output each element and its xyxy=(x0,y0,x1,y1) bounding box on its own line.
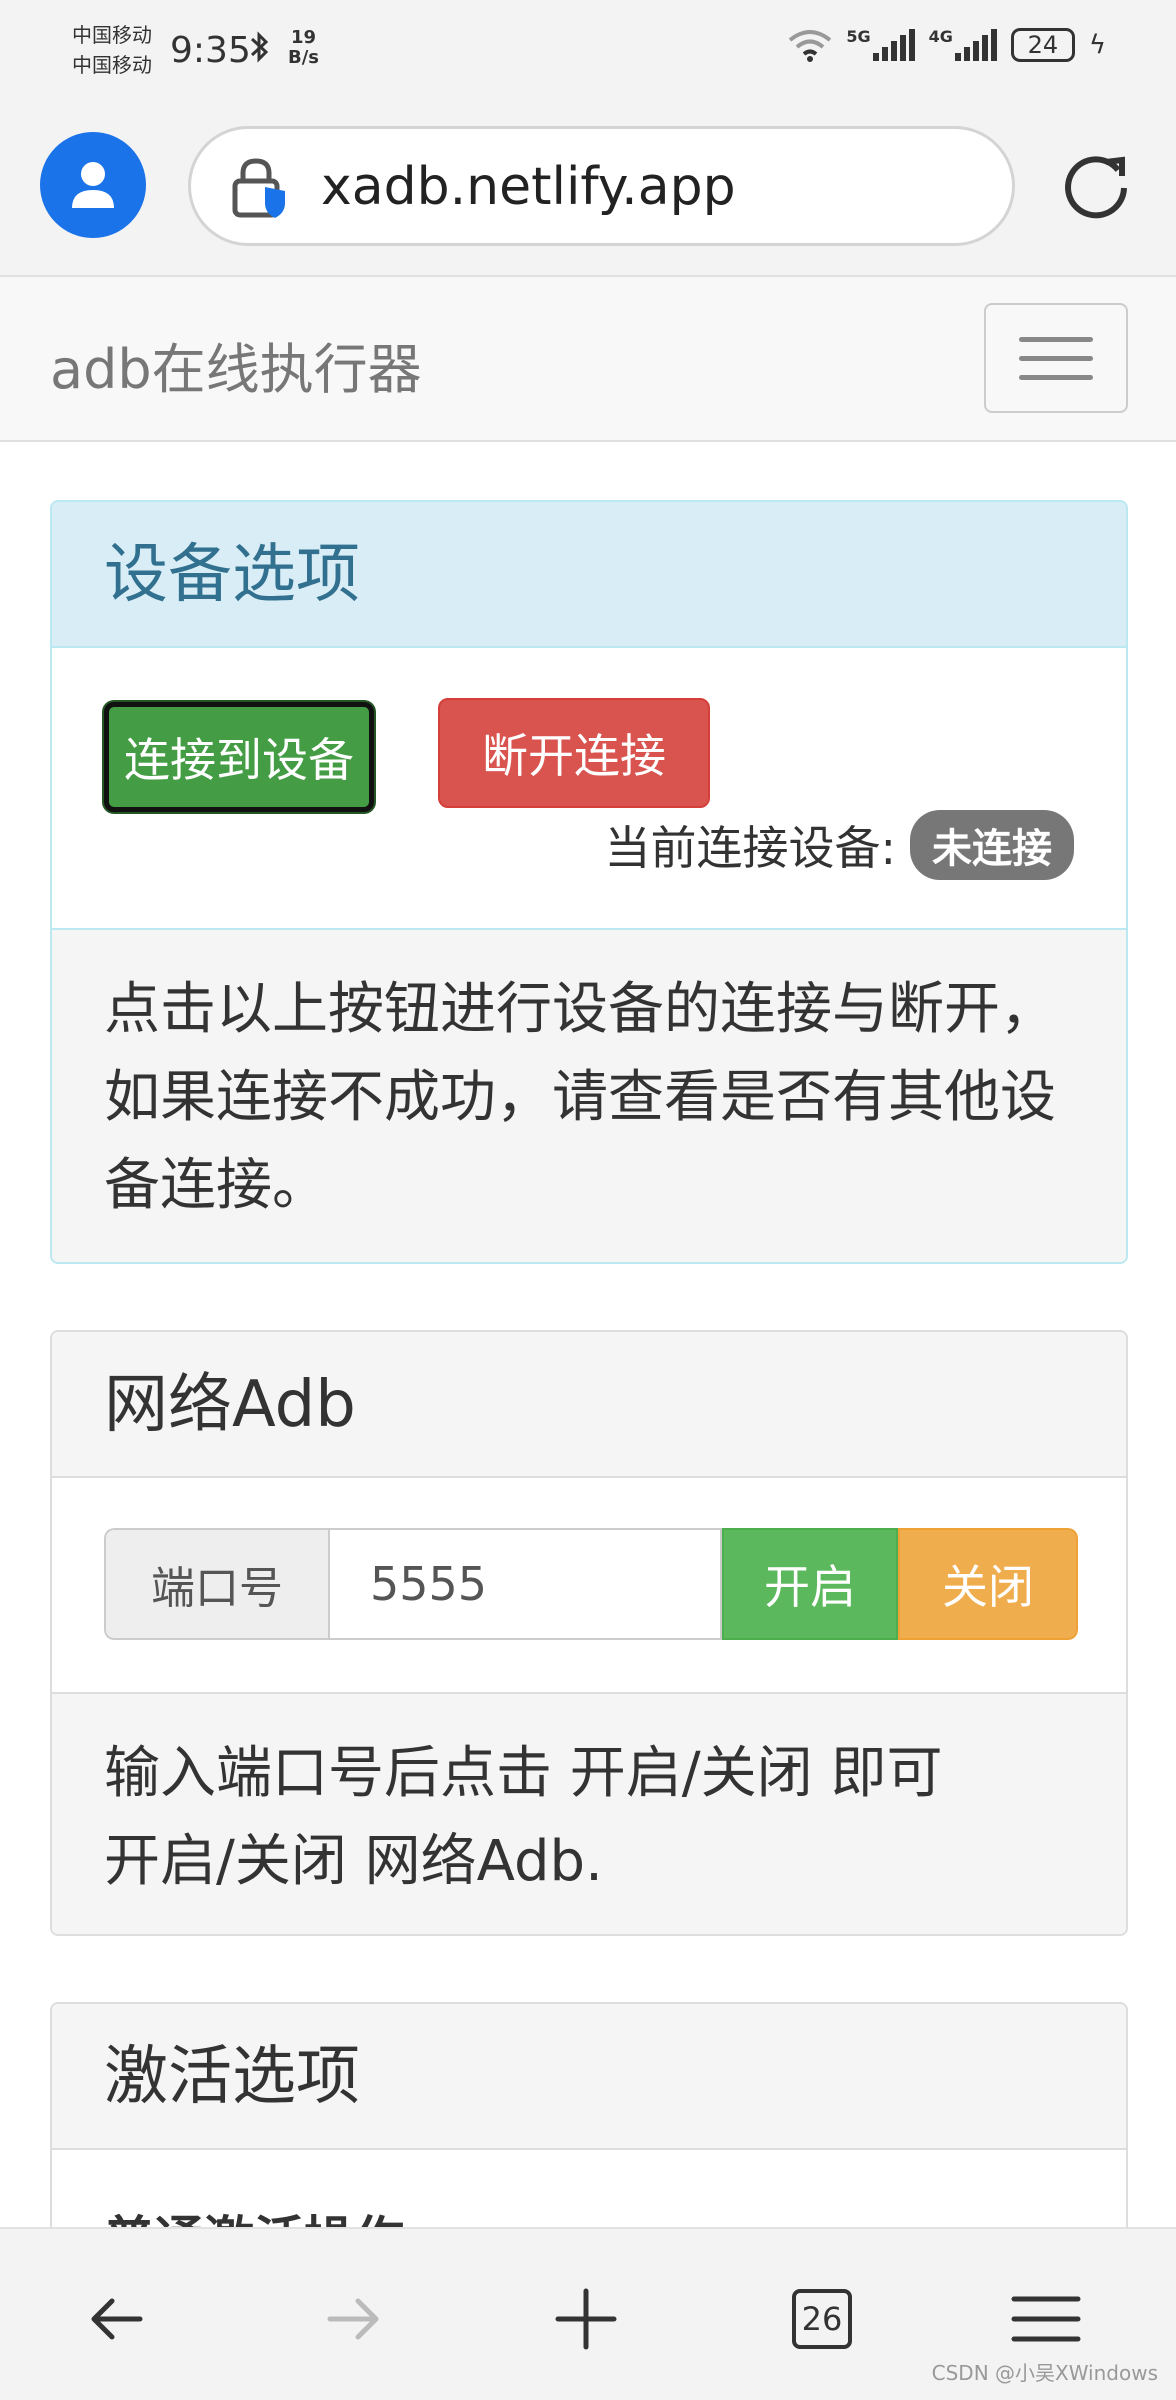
browser-bottom-bar: 26 CSDN @小吴XWindows xyxy=(0,2227,1176,2400)
menu-toggle-button[interactable] xyxy=(984,303,1128,413)
activate-options-panel: 激活选项 普通激活操作 xyxy=(50,2002,1128,2227)
carrier-1: 中国移动 xyxy=(72,23,152,47)
network-speed: 19 B/s xyxy=(288,28,319,68)
address-bar[interactable]: xadb.netlify.app xyxy=(188,126,1015,246)
status-badge: 未连接 xyxy=(910,810,1074,880)
back-arrow-icon[interactable] xyxy=(78,2279,158,2359)
hamburger-line xyxy=(1019,336,1093,342)
page-content: 设备选项 连接到设备 断开连接 当前连接设备: 未连接 点击以上按钮进行设备的连… xyxy=(0,442,1176,2227)
network-speed-value: 19 xyxy=(290,27,317,48)
section-subheading: 普通激活操作 xyxy=(104,2200,404,2227)
wifi-icon xyxy=(789,30,832,62)
menu-icon[interactable] xyxy=(1006,2279,1086,2359)
status-icons: 5G 4G 24 ϟ xyxy=(788,28,1106,62)
panel-footer: 输入端口号后点击 开启/关闭 即可 开启/关闭 网络Adb. xyxy=(52,1694,1126,1934)
current-device: 当前连接设备: 未连接 xyxy=(604,810,1074,880)
clock: 9:35 xyxy=(170,30,251,71)
current-device-label: 当前连接设备: xyxy=(604,821,897,875)
footer-line: 开启/关闭 网络Adb. xyxy=(104,1829,603,1894)
bluetooth-icon xyxy=(248,30,272,72)
new-tab-plus-icon[interactable] xyxy=(546,2279,626,2359)
secure-lock-icon xyxy=(232,158,285,218)
tab-count-icon: 26 xyxy=(792,2289,852,2349)
carrier-info: 中国移动 中国移动 xyxy=(72,20,152,80)
signal-bars-icon xyxy=(954,29,997,61)
hamburger-line xyxy=(1019,374,1093,380)
footer-line: 输入端口号后点击 开启/关闭 即可 xyxy=(104,1741,943,1806)
profile-avatar[interactable] xyxy=(40,132,146,238)
device-options-panel: 设备选项 连接到设备 断开连接 当前连接设备: 未连接 点击以上按钮进行设备的连… xyxy=(50,500,1128,1264)
panel-body: 端口号 5555 开启 关闭 xyxy=(52,1478,1126,1694)
signal-bars-icon xyxy=(872,29,915,61)
panel-body: 普通激活操作 xyxy=(52,2150,1126,2227)
panel-title: 激活选项 xyxy=(52,2004,1126,2150)
person-icon xyxy=(72,162,114,208)
site-navbar: adb在线执行器 xyxy=(0,275,1176,442)
tab-switcher-button[interactable]: 26 xyxy=(782,2279,862,2359)
carrier-2: 中国移动 xyxy=(72,53,152,77)
disconnect-button[interactable]: 断开连接 xyxy=(438,698,710,808)
panel-footer: 点击以上按钮进行设备的连接与断开，如果连接不成功，请查看是否有其他设备连接。 xyxy=(52,930,1126,1262)
enable-button[interactable]: 开启 xyxy=(722,1528,898,1640)
net-5g-label: 5G xyxy=(846,27,871,46)
status-bar: 中国移动 中国移动 9:35 19 B/s 5G 4G 24 ϟ xyxy=(0,0,1176,100)
signal-4g: 4G xyxy=(929,29,997,61)
signal-5g: 5G xyxy=(846,27,915,61)
battery-icon: 24 xyxy=(1010,28,1075,62)
port-label: 端口号 xyxy=(104,1528,328,1640)
watermark: CSDN @小吴XWindows xyxy=(931,2361,1158,2385)
network-speed-unit: B/s xyxy=(288,47,320,68)
panel-title: 设备选项 xyxy=(52,502,1126,648)
port-input[interactable]: 5555 xyxy=(328,1528,722,1640)
reload-icon[interactable] xyxy=(1060,148,1132,220)
panel-body: 连接到设备 断开连接 当前连接设备: 未连接 xyxy=(52,648,1126,930)
disable-button[interactable]: 关闭 xyxy=(898,1528,1078,1640)
port-input-group: 端口号 5555 开启 关闭 xyxy=(104,1528,1078,1640)
panel-title: 网络Adb xyxy=(52,1332,1126,1478)
net-4g-label: 4G xyxy=(928,27,953,46)
site-brand[interactable]: adb在线执行器 xyxy=(50,325,422,404)
connect-device-button[interactable]: 连接到设备 xyxy=(104,702,374,812)
hamburger-line xyxy=(1019,355,1093,361)
forward-arrow-icon[interactable] xyxy=(312,2279,392,2359)
url-text: xadb.netlify.app xyxy=(321,157,736,217)
charging-icon: ϟ xyxy=(1088,30,1106,60)
network-adb-panel: 网络Adb 端口号 5555 开启 关闭 输入端口号后点击 开启/关闭 即可 开… xyxy=(50,1330,1128,1936)
